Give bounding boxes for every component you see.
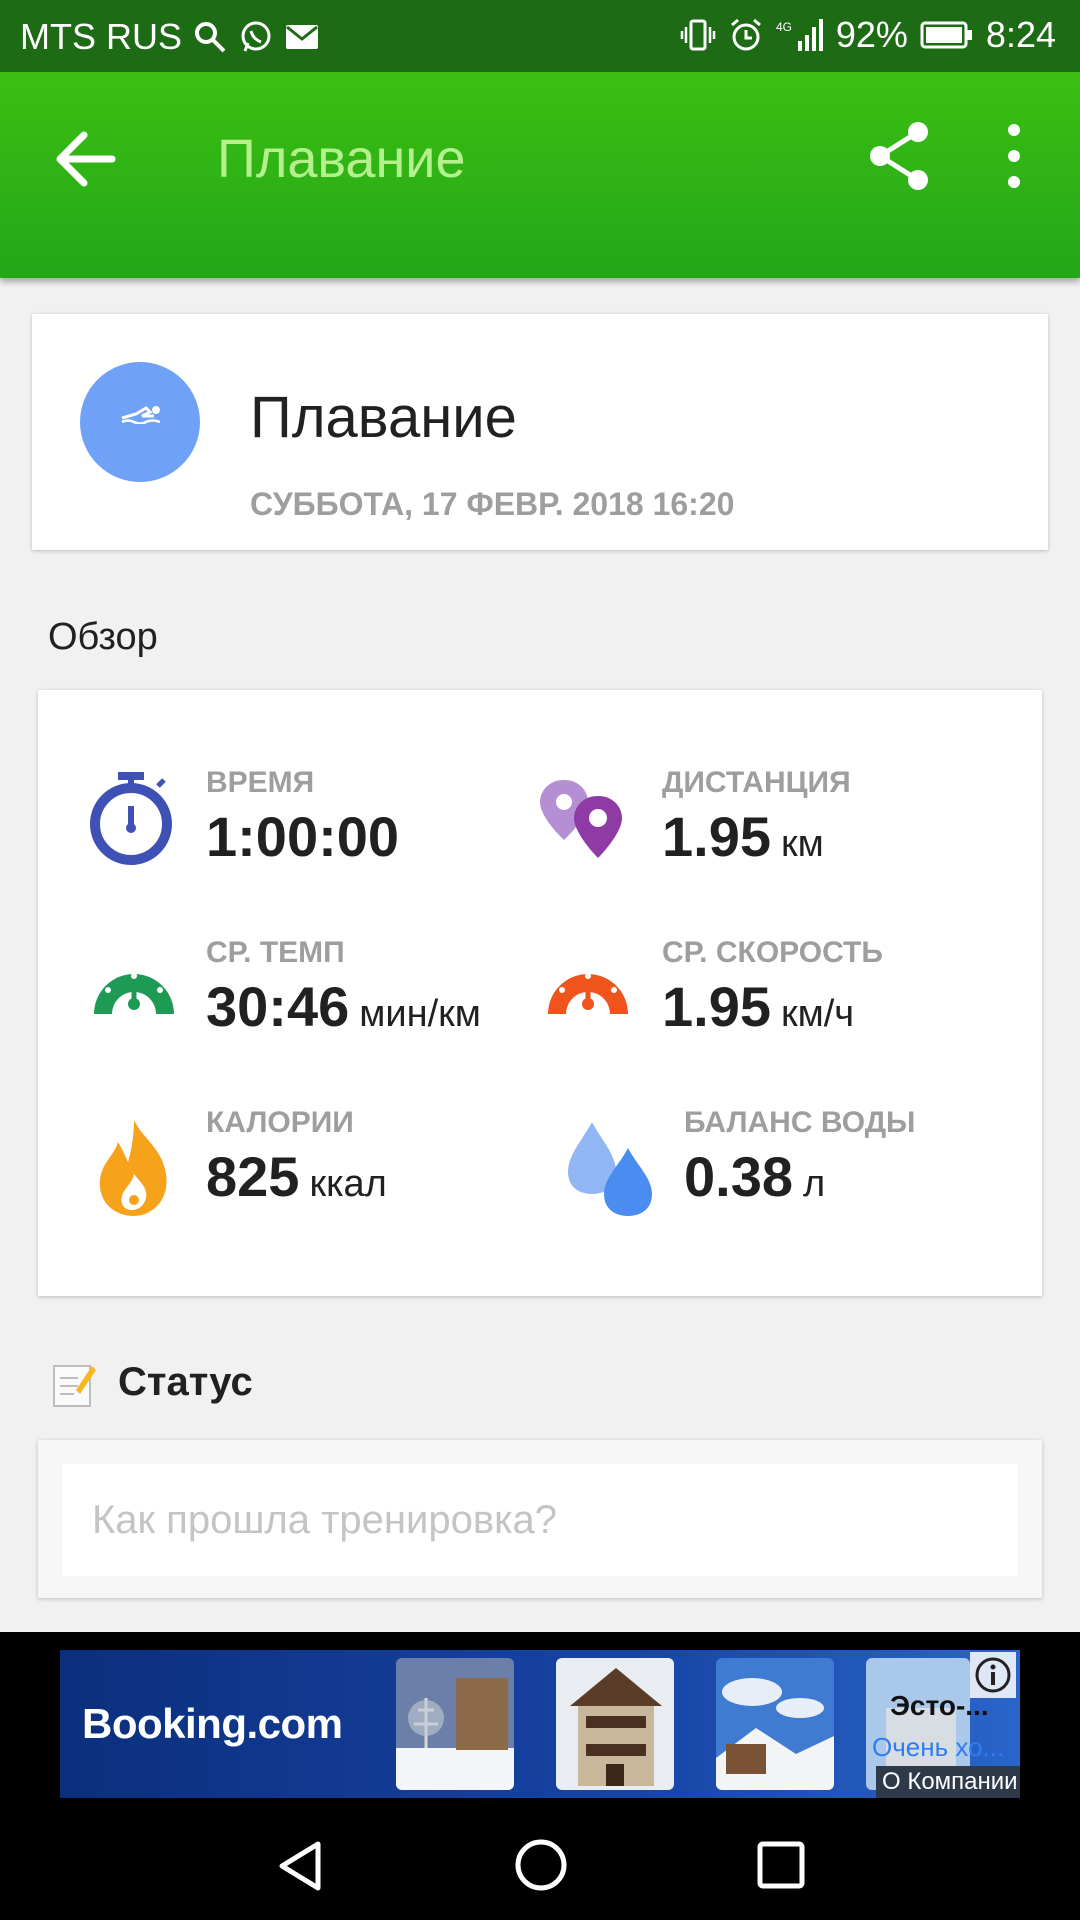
share-icon[interactable]	[868, 120, 932, 192]
svg-text:4G: 4G	[776, 20, 792, 34]
workout-status-input[interactable]	[62, 1464, 1018, 1576]
activity-header-card: Плавание СУББОТА, 17 ФЕВР. 2018 16:20	[32, 314, 1048, 550]
stat-water-label: БАЛАНС ВОДЫ	[684, 1106, 916, 1139]
ad-title: Эсто-...	[890, 1690, 989, 1721]
stat-time-value: 1:00:00	[206, 804, 399, 869]
stat-distance-number: 1.95	[662, 805, 771, 868]
stat-pace-unit: мин/км	[359, 993, 481, 1035]
stopwatch-icon	[90, 772, 172, 865]
stat-calories-unit: ккал	[309, 1163, 387, 1205]
water-drops-icon	[568, 1122, 652, 1216]
overview-section-title: Обзор	[48, 616, 158, 658]
stat-water-number: 0.38	[684, 1145, 793, 1208]
stat-water-value: 0.38 л	[684, 1144, 825, 1209]
activity-datetime: СУББОТА, 17 ФЕВР. 2018 16:20	[250, 486, 735, 522]
activity-title: Плавание	[250, 385, 517, 450]
ad-company-link[interactable]: О Компании	[876, 1766, 1020, 1798]
stat-distance-label: ДИСТАНЦИЯ	[662, 766, 851, 799]
nav-home-icon[interactable]	[514, 1838, 568, 1892]
app-bar-title: Плавание	[217, 129, 466, 189]
stat-pace-value: 30:46 мин/км	[206, 974, 481, 1039]
pace-gauge-icon	[94, 973, 174, 1014]
note-edit-icon	[53, 1365, 96, 1407]
signal-icon: 4G	[776, 19, 823, 51]
stat-calories-number: 825	[206, 1145, 300, 1208]
stat-pace-number: 30:46	[206, 975, 350, 1038]
stat-calories-label: КАЛОРИИ	[206, 1106, 354, 1139]
stat-pace-label: СР. ТЕМП	[206, 936, 345, 969]
ad-subtitle: Очень хо...	[872, 1732, 1005, 1762]
ad-banner-area: Booking.com Эсто-... Очень хо... О Компа…	[0, 1632, 1080, 1800]
ad-photo-chalet	[556, 1658, 674, 1790]
back-arrow-icon[interactable]	[52, 124, 122, 194]
ad-brand: Booking.com	[82, 1700, 343, 1747]
stat-speed-label: СР. СКОРОСТЬ	[662, 936, 883, 969]
app-bar: Плавание	[0, 72, 1080, 278]
status-bar: MTS RUS 4G 92% 8:24	[0, 0, 1080, 72]
stat-calories-value: 825 ккал	[206, 1144, 387, 1209]
whatsapp-icon	[241, 21, 271, 52]
ad-photo-winter-town	[396, 1658, 514, 1790]
stat-distance-unit: км	[781, 823, 824, 865]
battery-percent: 92%	[835, 14, 908, 55]
carrier-name: MTS RUS	[20, 16, 182, 57]
stat-speed-number: 1.95	[662, 975, 771, 1038]
status-input-card	[38, 1440, 1042, 1598]
overview-stats-card: ВРЕМЯ 1:00:00 ДИСТАНЦИЯ 1.95 км СР. ТЕМП …	[38, 690, 1042, 1296]
stat-time-number: 1:00:00	[206, 805, 400, 868]
activity-icon-circle	[80, 362, 200, 482]
search-icon	[195, 22, 226, 53]
system-nav-bar	[0, 1800, 1080, 1920]
nav-back-icon[interactable]	[276, 1840, 324, 1892]
clock: 8:24	[985, 14, 1056, 55]
battery-icon	[920, 21, 972, 49]
more-vert-icon[interactable]	[994, 120, 1034, 192]
flame-icon	[99, 1120, 167, 1216]
stat-speed-value: 1.95 км/ч	[662, 974, 854, 1039]
swimmer-icon	[121, 406, 161, 424]
status-title: Статус	[118, 1360, 253, 1404]
booking-ad[interactable]: Booking.com Эсто-... Очень хо... О Компа…	[60, 1650, 1020, 1798]
map-pins-icon	[540, 780, 622, 858]
nav-recents-icon[interactable]	[756, 1840, 806, 1890]
mail-icon	[286, 25, 318, 49]
stat-time-label: ВРЕМЯ	[206, 766, 315, 799]
stat-distance-value: 1.95 км	[662, 804, 824, 869]
speed-gauge-icon	[548, 973, 628, 1014]
stat-speed-unit: км/ч	[781, 993, 855, 1035]
stat-water-unit: л	[803, 1163, 826, 1205]
vibrate-icon	[680, 19, 716, 51]
ad-photo-mountains	[716, 1658, 834, 1790]
alarm-icon	[730, 18, 761, 51]
